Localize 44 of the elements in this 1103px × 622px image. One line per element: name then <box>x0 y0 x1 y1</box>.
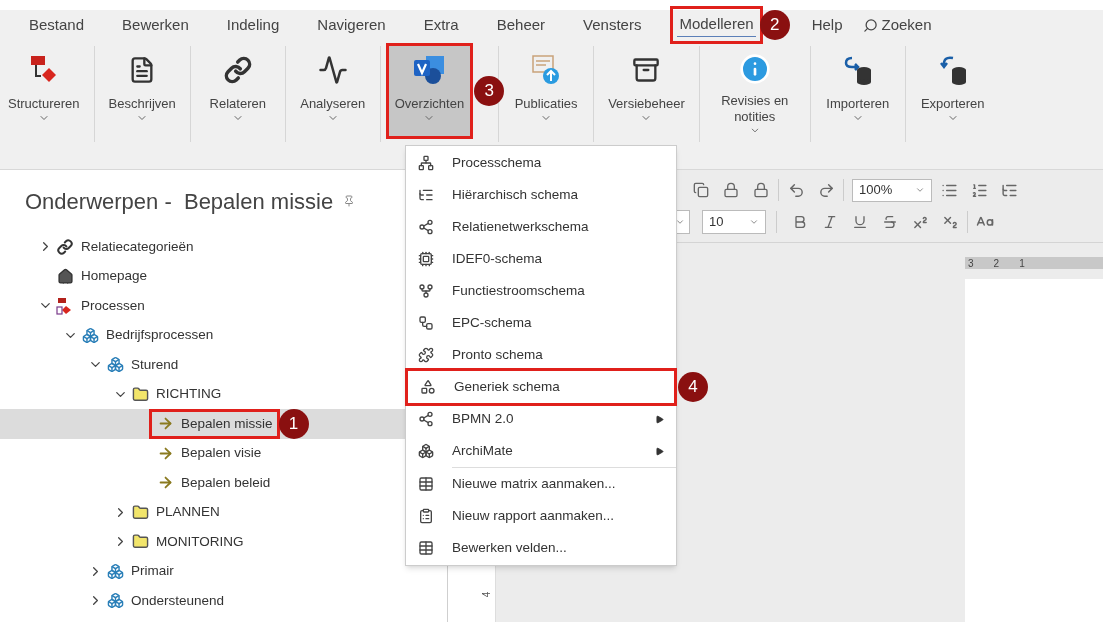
step-badge: 1 <box>278 408 309 439</box>
ribbon-button[interactable]: Structureren <box>2 46 86 136</box>
zoom-field[interactable]: 100% <box>852 178 932 202</box>
menu-item[interactable]: Vensters <box>581 13 644 37</box>
ribbon-button[interactable]: Exporteren <box>913 46 992 136</box>
tree-item-label: Homepage <box>81 267 148 286</box>
tree-row[interactable]: Ondersteunend <box>0 586 447 616</box>
menu-item[interactable]: Indeling <box>224 13 282 37</box>
tree-item-label: PLANNEN <box>156 503 220 522</box>
menu-item[interactable]: Bestand <box>27 13 87 37</box>
ribbon-button[interactable]: Beschrijven <box>102 46 182 136</box>
ribbon-button[interactable]: Analyseren <box>293 46 372 136</box>
step-badge: 2 <box>759 9 790 40</box>
tree-item-label: Bepalen visie <box>181 444 262 463</box>
tree-item-label: Bepalen missie <box>181 414 273 433</box>
panel-title: Onderwerpen - Bepalen missie <box>25 187 334 216</box>
ruler-label: 2 <box>993 256 1000 271</box>
tree-item-label: Bedrijfsprocessen <box>106 326 214 345</box>
tree-item-label: Relatiecategorieën <box>81 237 194 256</box>
menu-item[interactable]: Extra <box>421 13 461 37</box>
tree-item-label: Ondersteunend <box>131 591 225 610</box>
menu-item[interactable]: Help <box>809 13 845 37</box>
ribbon-button[interactable]: Importeren <box>818 46 897 136</box>
tree-item-label: MONITORING <box>156 532 244 551</box>
search-button[interactable]: Zoeken <box>862 13 932 37</box>
menu-item[interactable]: Hiërarchisch schema <box>406 179 676 211</box>
menu-item[interactable]: Processchema <box>406 147 676 179</box>
ruler-label: 3 <box>968 256 974 271</box>
tree-item-label: Bepalen beleid <box>181 473 271 492</box>
menu-item[interactable]: Bewerken <box>120 13 191 37</box>
ribbon-button[interactable]: Publicaties <box>507 46 586 136</box>
ruler-label: 1 <box>1019 256 1025 271</box>
ruler-label: 4 <box>480 591 493 598</box>
ribbon-button[interactable]: Versiebeheer <box>602 46 691 136</box>
ribbon-button[interactable]: Relateren <box>198 46 277 136</box>
tree-item-label: Primair <box>131 562 174 581</box>
menu-item[interactable]: Navigeren <box>315 13 388 37</box>
tree-item-label: Processen <box>81 296 145 315</box>
ribbon-button[interactable]: Revisies en notities <box>707 46 802 136</box>
menu-item[interactable]: Beheer <box>494 13 548 37</box>
tree-item-label: RICHTING <box>156 385 222 404</box>
step-badge: 3 <box>474 76 505 106</box>
tree-item-label: Sturend <box>131 355 179 374</box>
font-size-field[interactable]: 10 <box>702 210 766 234</box>
